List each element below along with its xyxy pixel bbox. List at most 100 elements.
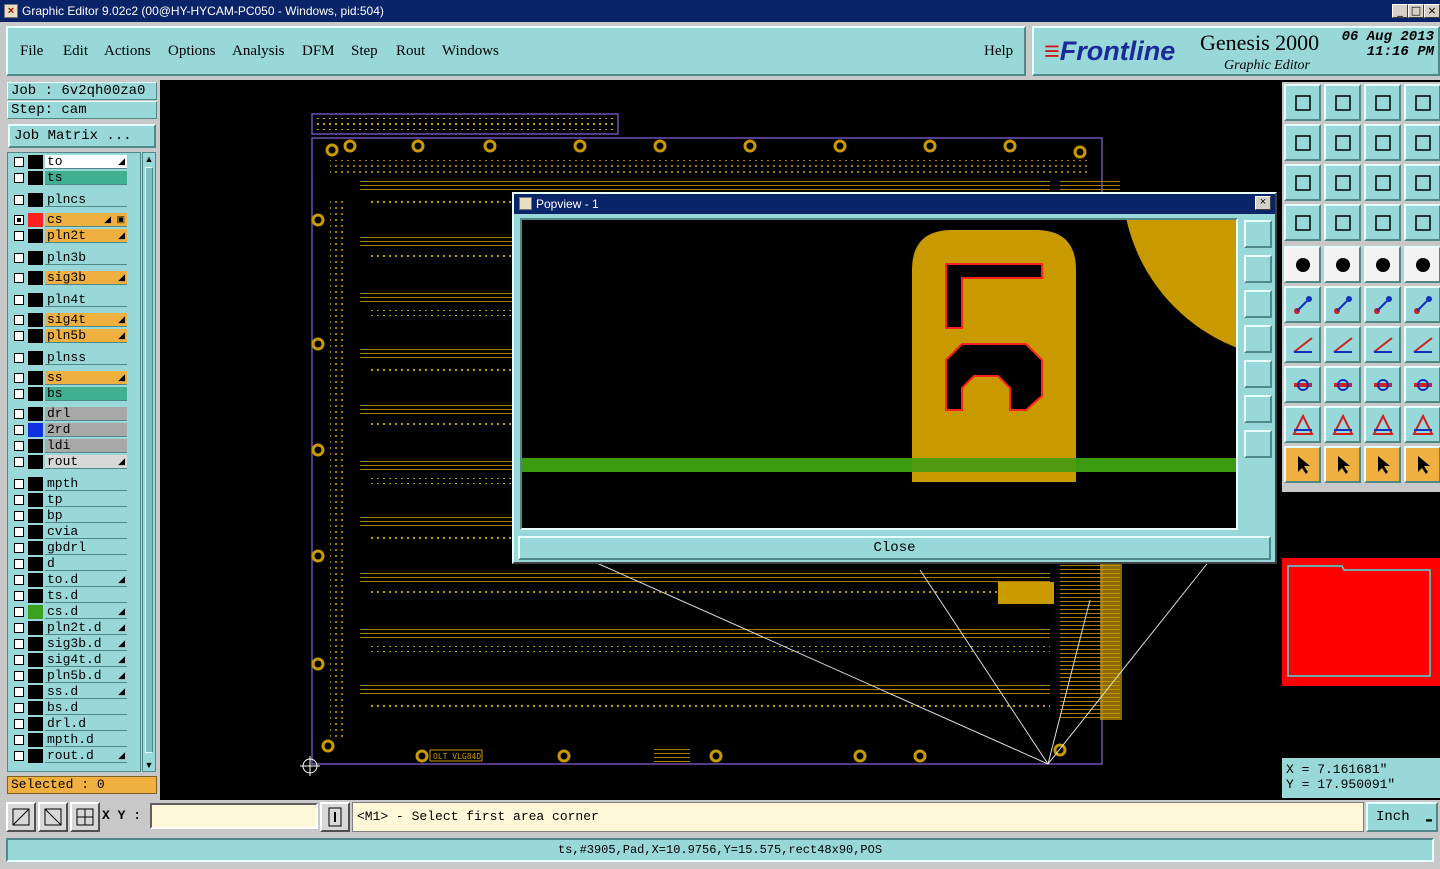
layer-name[interactable]: tp xyxy=(45,493,127,507)
pan-down-icon[interactable] xyxy=(1324,84,1361,121)
layer-row[interactable]: rout ◢ xyxy=(11,455,139,469)
layer-row[interactable]: mpth.d xyxy=(11,733,139,747)
grid-icon[interactable] xyxy=(70,802,100,832)
menu-help[interactable]: Help xyxy=(984,43,1013,60)
layer-checkbox[interactable] xyxy=(14,425,24,435)
grid-view-icon[interactable] xyxy=(1324,204,1361,241)
layer-checkbox[interactable] xyxy=(14,559,24,569)
layer-row[interactable]: to.d ◢ xyxy=(11,573,139,587)
layer-checkbox[interactable] xyxy=(14,409,24,419)
layer-row[interactable]: cs ◢ ▣ xyxy=(11,213,139,227)
popview-close-button[interactable]: Close xyxy=(518,536,1271,560)
mirror-icon[interactable] xyxy=(1404,326,1440,363)
route-icon[interactable] xyxy=(1404,446,1440,483)
layer-checkbox[interactable] xyxy=(14,655,24,665)
layer-color-swatch[interactable] xyxy=(28,605,43,619)
layer-name[interactable]: cs.d ◢ xyxy=(45,605,127,619)
minimize-button[interactable]: _ xyxy=(1392,4,1408,18)
layer-name[interactable]: to ◢ xyxy=(45,155,127,169)
layer-row[interactable]: plnss xyxy=(11,351,139,365)
layer-checkbox[interactable] xyxy=(14,315,24,325)
layer-color-swatch[interactable] xyxy=(28,155,43,169)
triangle-icon[interactable] xyxy=(1284,406,1321,443)
window-icon[interactable] xyxy=(1404,84,1440,121)
layer-row[interactable]: bs xyxy=(11,387,139,401)
layer-name[interactable]: ts.d xyxy=(45,589,127,603)
layer-checkbox[interactable] xyxy=(14,195,24,205)
layer-checkbox[interactable] xyxy=(14,607,24,617)
layer-color-swatch[interactable] xyxy=(28,621,43,635)
close-window-button[interactable]: × xyxy=(1424,4,1440,18)
scroll-down-icon[interactable]: ▼ xyxy=(144,760,154,770)
layer-row[interactable]: gbdrl xyxy=(11,541,139,555)
zoom-center-icon[interactable] xyxy=(1324,164,1361,201)
layer-row[interactable]: plncs xyxy=(11,193,139,207)
layer-name[interactable]: drl xyxy=(45,407,127,421)
popview-close-icon[interactable]: × xyxy=(1255,196,1271,210)
layer-color-swatch[interactable] xyxy=(28,407,43,421)
layer-checkbox[interactable] xyxy=(14,273,24,283)
layer-row[interactable]: pln2t ◢ xyxy=(11,229,139,243)
scroll-thumb[interactable] xyxy=(145,167,153,753)
layer-checkbox[interactable] xyxy=(14,495,24,505)
layer-color-swatch[interactable] xyxy=(28,455,43,469)
zoom-1to1-icon[interactable] xyxy=(1364,164,1401,201)
menu-file[interactable]: File xyxy=(20,43,43,60)
layer-checkbox[interactable] xyxy=(14,575,24,585)
layer-row[interactable]: sig3b ◢ xyxy=(11,271,139,285)
layer-color-swatch[interactable] xyxy=(28,313,43,327)
layer-row[interactable]: pln5b.d ◢ xyxy=(11,669,139,683)
layer-color-swatch[interactable] xyxy=(28,371,43,385)
layer-checkbox[interactable] xyxy=(14,373,24,383)
pointer-circle-icon[interactable] xyxy=(1364,446,1401,483)
layer-color-swatch[interactable] xyxy=(28,685,43,699)
layer-checkbox[interactable] xyxy=(14,527,24,537)
layer-name[interactable]: cvia xyxy=(45,525,127,539)
layer-row[interactable]: pln2t.d ◢ xyxy=(11,621,139,635)
layer-name[interactable]: 2rd xyxy=(45,423,127,437)
layer-name[interactable]: ldi xyxy=(45,439,127,453)
layer-color-swatch[interactable] xyxy=(28,171,43,185)
layer-row[interactable]: bp xyxy=(11,509,139,523)
layer-name[interactable]: ss ◢ xyxy=(45,371,127,385)
shapes-icon[interactable] xyxy=(1404,366,1440,403)
popview-pan-down-icon[interactable] xyxy=(1244,290,1272,318)
layer-name[interactable]: d xyxy=(45,557,127,571)
pointer-icon[interactable] xyxy=(1284,446,1321,483)
layer-color-swatch[interactable] xyxy=(28,733,43,747)
layer-color-swatch[interactable] xyxy=(28,541,43,555)
move-pad-icon[interactable] xyxy=(1364,286,1401,323)
layer-checkbox[interactable] xyxy=(14,173,24,183)
layer-name[interactable]: pln5b.d ◢ xyxy=(45,669,127,683)
layer-color-swatch[interactable] xyxy=(28,251,43,265)
layer-row[interactable]: pln4t xyxy=(11,293,139,307)
layer-color-swatch[interactable] xyxy=(28,669,43,683)
layer-row[interactable]: tp xyxy=(11,493,139,507)
layer-up-icon[interactable] xyxy=(1364,204,1401,241)
home-icon[interactable] xyxy=(1364,84,1401,121)
xy-input[interactable] xyxy=(150,803,318,829)
layer-row[interactable]: 2rd xyxy=(11,423,139,437)
layer-color-swatch[interactable] xyxy=(28,439,43,453)
layer-name[interactable]: plncs xyxy=(45,193,127,207)
popview-title-bar[interactable]: Popview - 1 × xyxy=(514,194,1275,214)
layer-checkbox[interactable] xyxy=(14,389,24,399)
layer-row[interactable]: rout.d ◢ xyxy=(11,749,139,763)
popview-pan-up-icon[interactable] xyxy=(1244,255,1272,283)
minus-icon[interactable] xyxy=(1324,366,1361,403)
layer-row[interactable]: mpth xyxy=(11,477,139,491)
pan-up-icon[interactable] xyxy=(1284,84,1321,121)
layer-color-swatch[interactable] xyxy=(28,701,43,715)
layer-checkbox[interactable] xyxy=(14,353,24,363)
snap-icon[interactable] xyxy=(6,802,36,832)
mini-overview[interactable] xyxy=(1282,558,1440,686)
popview-pan-right-icon[interactable] xyxy=(1244,360,1272,388)
layer-color-swatch[interactable] xyxy=(28,653,43,667)
layer-row[interactable]: cs.d ◢ xyxy=(11,605,139,619)
layer-checkbox[interactable] xyxy=(14,735,24,745)
menu-options[interactable]: Options xyxy=(168,43,216,60)
layer-row[interactable]: sig4t ◢ xyxy=(11,313,139,327)
window-title-bar[interactable]: × Graphic Editor 9.02c2 (00@HY-HYCAM-PC0… xyxy=(0,0,1440,22)
layer-row[interactable]: ts xyxy=(11,171,139,185)
layer-checkbox[interactable] xyxy=(14,215,24,225)
